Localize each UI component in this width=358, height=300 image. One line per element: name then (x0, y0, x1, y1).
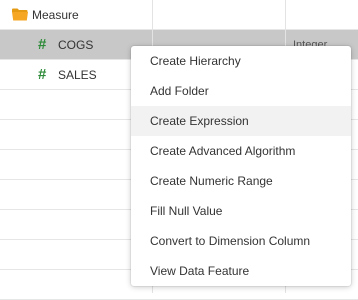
menu-item-convert-to-dimension-column[interactable]: Convert to Dimension Column (131, 226, 351, 256)
menu-item-add-folder[interactable]: Add Folder (131, 76, 351, 106)
context-menu: Create Hierarchy Add Folder Create Expre… (131, 46, 351, 286)
hash-icon: # (38, 36, 47, 53)
folder-label: Measure (32, 7, 79, 22)
menu-item-view-data-feature[interactable]: View Data Feature (131, 256, 351, 286)
field-label: COGS (58, 37, 94, 52)
hash-icon: # (38, 66, 47, 83)
folder-row-measure[interactable]: Measure (0, 0, 358, 30)
menu-item-create-hierarchy[interactable]: Create Hierarchy (131, 46, 351, 76)
menu-item-create-expression[interactable]: Create Expression (131, 106, 351, 136)
menu-item-create-advanced-algorithm[interactable]: Create Advanced Algorithm (131, 136, 351, 166)
menu-item-create-numeric-range[interactable]: Create Numeric Range (131, 166, 351, 196)
folder-icon (12, 8, 28, 21)
menu-item-fill-null-value[interactable]: Fill Null Value (131, 196, 351, 226)
field-label: SALES (58, 67, 97, 82)
